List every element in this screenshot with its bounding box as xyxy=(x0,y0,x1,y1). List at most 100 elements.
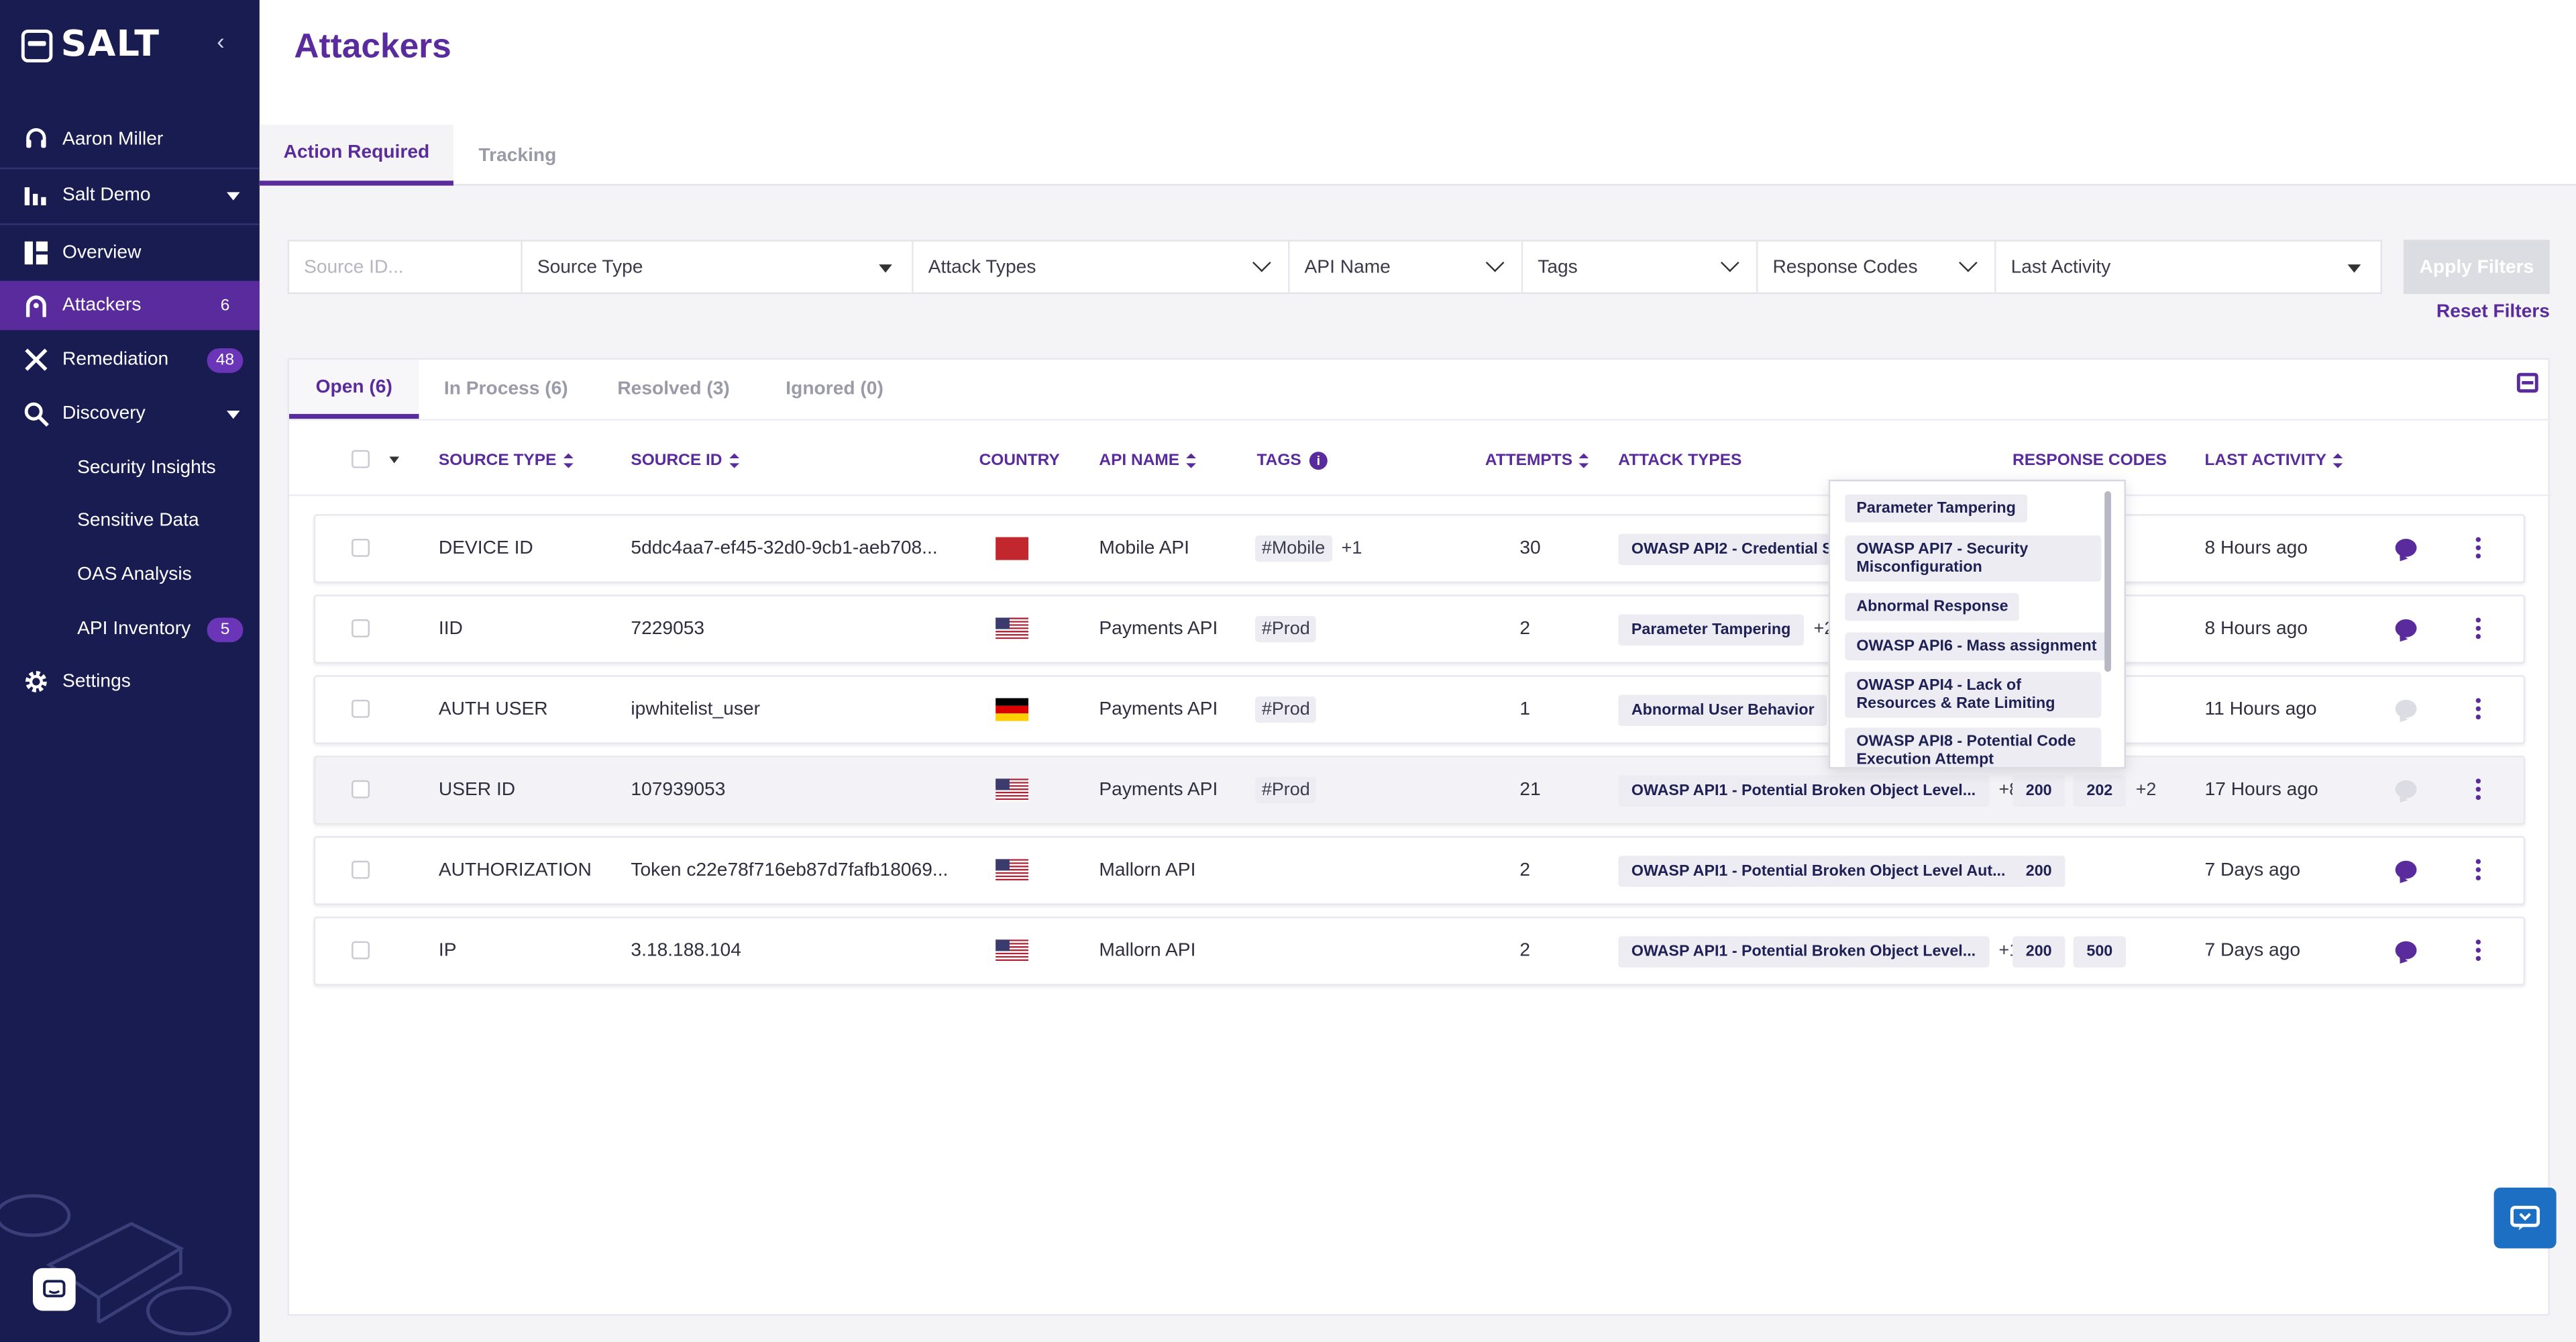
tab-resolved[interactable]: Resolved (3) xyxy=(601,360,746,419)
attack-type-chip[interactable]: Parameter Tampering xyxy=(1618,613,1804,645)
attack-types-cell: OWASP API1 - Potential Broken Object Lev… xyxy=(1618,837,2019,903)
comment-icon[interactable] xyxy=(2395,941,2417,960)
more-options-icon[interactable] xyxy=(2475,859,2481,881)
row-checkbox[interactable] xyxy=(352,538,370,557)
more-codes-count[interactable]: +2 xyxy=(2136,780,2157,800)
last-activity-select[interactable]: Last Activity xyxy=(1996,242,2381,293)
help-button[interactable] xyxy=(2493,1187,2557,1249)
attack-type-chip[interactable]: OWASP API1 - Potential Broken Object Lev… xyxy=(1618,855,2019,886)
more-options-icon[interactable] xyxy=(2475,617,2481,639)
row-checkbox[interactable] xyxy=(352,619,370,637)
sidebar-item-attackers[interactable]: Attackers 6 xyxy=(0,280,260,331)
column-attempts[interactable]: ATTEMPTS xyxy=(1485,452,1589,470)
sidebar-item-sensitive-data[interactable]: Sensitive Data xyxy=(0,496,260,545)
tab-action-required[interactable]: Action Required xyxy=(259,125,453,186)
comment-icon[interactable] xyxy=(2395,538,2417,557)
attackers-count-badge: 6 xyxy=(220,296,230,315)
api-name-select[interactable]: API Name xyxy=(1289,241,1523,293)
search-icon xyxy=(23,401,49,427)
comment-icon[interactable] xyxy=(2395,780,2417,798)
table-row[interactable]: AUTHORIZATION Token c22e78f716eb87d7fafb1… xyxy=(313,836,2526,905)
attack-type-chip[interactable]: OWASP API2 - Credential Stu xyxy=(1618,533,1861,564)
api-name-cell[interactable]: Payments API xyxy=(1099,758,1218,823)
row-checkbox[interactable] xyxy=(352,780,370,798)
column-last-activity[interactable]: LAST ACTIVITY xyxy=(2205,452,2343,470)
comment-icon[interactable] xyxy=(2395,619,2417,637)
attack-type-chip[interactable]: Abnormal User Behavior xyxy=(1618,694,1828,725)
tab-open[interactable]: Open (6) xyxy=(289,360,419,419)
source-id-cell[interactable]: 107939053 xyxy=(631,758,725,823)
table-row[interactable]: DEVICE ID 5ddc4aa7-ef45-32d0-9cb1-aeb708.… xyxy=(313,514,2526,584)
api-name-cell[interactable]: Mallorn API xyxy=(1099,918,1195,984)
tab-in-process[interactable]: In Process (6) xyxy=(427,360,585,419)
last-activity-cell: 8 Hours ago xyxy=(2204,619,2308,639)
attack-type-chip[interactable]: OWASP API7 - Security Misconfiguration xyxy=(1845,535,2102,582)
row-checkbox[interactable] xyxy=(352,699,370,718)
collapse-sidebar-icon[interactable]: ‹ xyxy=(217,28,224,54)
sidebar-item-remediation[interactable]: Remediation 48 xyxy=(0,335,260,384)
api-name-cell[interactable]: Payments API xyxy=(1099,677,1218,743)
tag-badge: #Prod xyxy=(1255,776,1317,804)
attack-type-chip[interactable]: OWASP API8 - Potential Code Execution At… xyxy=(1845,727,2102,768)
source-id-input[interactable]: Source ID... xyxy=(289,241,523,293)
more-options-icon[interactable] xyxy=(2475,778,2481,801)
attack-types-label: Attack Types xyxy=(928,257,1036,277)
source-id-cell[interactable]: ipwhitelist_user xyxy=(631,677,760,743)
select-all-checkbox[interactable] xyxy=(352,450,370,468)
sidebar-item-oas-analysis[interactable]: OAS Analysis xyxy=(0,550,260,599)
column-label: COUNTRY xyxy=(979,452,1060,470)
more-options-icon[interactable] xyxy=(2475,537,2481,559)
tags-select[interactable]: Tags xyxy=(1523,241,1758,293)
column-source-type[interactable]: SOURCE TYPE xyxy=(439,452,573,470)
sidebar-item-label: Sensitive Data xyxy=(77,511,199,531)
column-label: ATTACK TYPES xyxy=(1618,452,1742,470)
sidebar-item-overview[interactable]: Overview xyxy=(0,228,260,277)
salt-logo[interactable]: SALT xyxy=(21,25,160,66)
comment-icon[interactable] xyxy=(2395,860,2417,879)
attack-type-chip[interactable]: OWASP API1 - Potential Broken Object Lev… xyxy=(1618,935,1989,967)
api-name-cell[interactable]: Payments API xyxy=(1099,597,1218,662)
source-id-cell[interactable]: 3.18.188.104 xyxy=(631,918,741,984)
comment-icon[interactable] xyxy=(2395,699,2417,718)
sidebar-item-api-inventory[interactable]: API Inventory 5 xyxy=(0,605,260,654)
more-options-icon[interactable] xyxy=(2475,939,2481,962)
table-row[interactable]: USER ID 107939053 Payments API #Prod 21 OWASP… xyxy=(313,756,2526,825)
sidebar-item-org[interactable]: Salt Demo xyxy=(0,171,260,220)
sidebar-item-security-insights[interactable]: Security Insights xyxy=(0,444,260,493)
source-id-cell[interactable]: Token c22e78f716eb87d7fafb18069... xyxy=(631,837,948,903)
column-source-id[interactable]: SOURCE ID xyxy=(631,452,739,470)
tab-tracking[interactable]: Tracking xyxy=(453,125,582,186)
row-checkbox[interactable] xyxy=(352,941,370,960)
apply-filters-button[interactable]: Apply Filters xyxy=(2403,240,2550,295)
table-row[interactable]: IID 7229053 Payments API #Prod 2 Parameter Ta… xyxy=(313,595,2526,664)
popup-scrollbar[interactable] xyxy=(2104,491,2111,672)
api-name-cell[interactable]: Mobile API xyxy=(1099,516,1189,582)
attack-type-chip[interactable]: Abnormal Response xyxy=(1845,592,2020,621)
tab-ignored[interactable]: Ignored (0) xyxy=(769,360,900,419)
source-id-cell[interactable]: 5ddc4aa7-ef45-32d0-9cb1-aeb708... xyxy=(631,516,937,582)
sidebar-item-user[interactable]: Aaron Miller xyxy=(0,115,260,164)
table-row[interactable]: AUTH USER ipwhitelist_user Payments API #Pr… xyxy=(313,675,2526,744)
source-id-cell[interactable]: 7229053 xyxy=(631,597,704,662)
sidebar-item-settings[interactable]: Settings xyxy=(0,657,260,706)
reset-filters-link[interactable]: Reset Filters xyxy=(2436,302,2550,321)
response-codes-select[interactable]: Response Codes xyxy=(1758,241,1996,293)
info-icon[interactable]: i xyxy=(1309,452,1328,470)
more-tags-count[interactable]: +1 xyxy=(1342,539,1362,558)
attack-type-chip[interactable]: OWASP API4 - Lack of Resources & Rate Li… xyxy=(1845,672,2102,718)
api-name-cell[interactable]: Mallorn API xyxy=(1099,837,1195,903)
attack-types-select[interactable]: Attack Types xyxy=(914,241,1290,293)
sort-icon xyxy=(729,453,739,468)
attack-type-chip[interactable]: Parameter Tampering xyxy=(1845,494,2028,523)
sidebar-item-discovery[interactable]: Discovery xyxy=(0,389,260,438)
attack-type-chip[interactable]: OWASP API6 - Mass assignment xyxy=(1845,632,2108,661)
column-api-name[interactable]: API NAME xyxy=(1099,452,1196,470)
source-type-select[interactable]: Source Type xyxy=(523,241,914,293)
chat-button[interactable] xyxy=(32,1268,76,1311)
export-icon[interactable] xyxy=(2516,372,2538,393)
select-options-caret-icon[interactable] xyxy=(389,456,400,464)
attack-type-chip[interactable]: OWASP API1 - Potential Broken Object Lev… xyxy=(1618,774,1989,806)
more-options-icon[interactable] xyxy=(2475,698,2481,720)
row-checkbox[interactable] xyxy=(352,860,370,879)
table-row[interactable]: IP 3.18.188.104 Mallorn API 2 OWASP API1 - P… xyxy=(313,916,2526,986)
